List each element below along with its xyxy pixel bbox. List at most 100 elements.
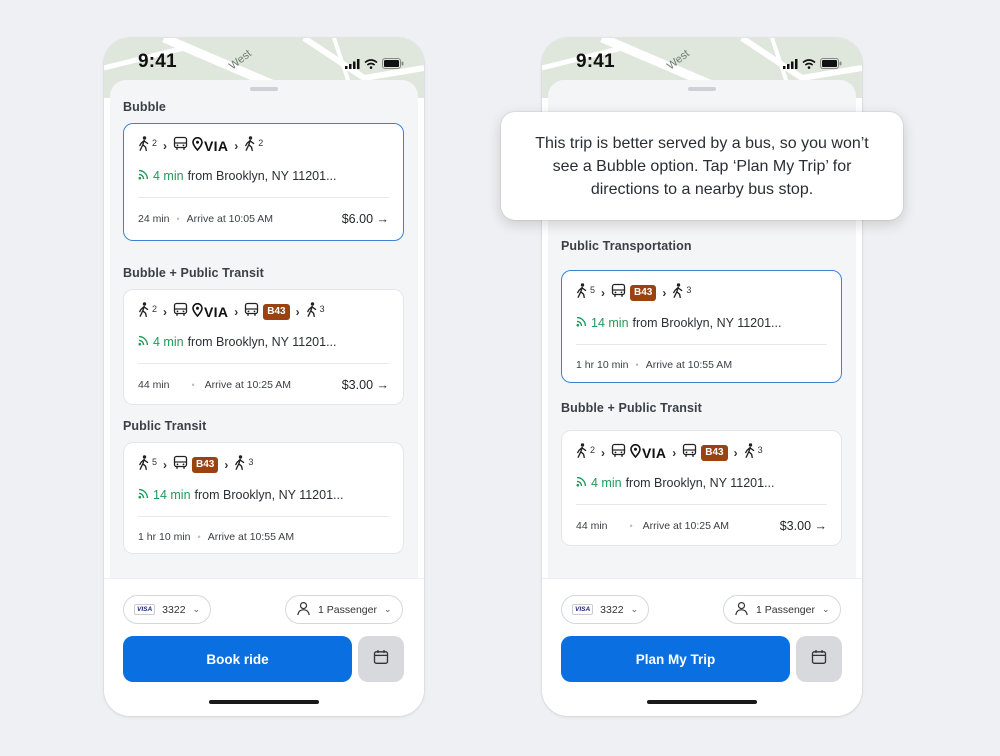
walk-minutes: 3 <box>248 457 254 467</box>
eta-minutes: 4 min <box>153 335 184 349</box>
trip-duration: 1 hr 10 min <box>138 531 191 543</box>
route-chevron: › <box>224 458 229 472</box>
arrival-time: Arrive at 10:55 AM <box>207 531 295 543</box>
via-label: VIA <box>642 445 667 461</box>
route-chevron: › <box>672 446 677 460</box>
booking-panel: VISA 3322 ⌄ 1 Passenger ⌄ Book ride <box>104 578 424 716</box>
card-footer: 24 min • Arrive at 10:05 AM $6.00 → <box>138 212 389 226</box>
route-chevron: › <box>733 446 738 460</box>
sheet-grabber[interactable] <box>688 87 716 91</box>
tooltip-message: This trip is better served by a bus, so … <box>535 134 869 198</box>
walk-minutes: 2 <box>152 304 158 314</box>
bus-icon <box>173 302 188 322</box>
trip-price: $3.00 → <box>341 378 389 392</box>
ride-option-card-public-transportation[interactable]: 5 › B43 › 3 14 min from Brooklyn, NY 112… <box>561 270 842 383</box>
section-title-bubble: Bubble <box>123 100 166 114</box>
schedule-button[interactable] <box>358 636 404 682</box>
bus-route-badge: B43 <box>630 285 657 301</box>
route-chevron: › <box>163 458 168 472</box>
section-title-public-transportation: Public Transportation <box>561 239 692 253</box>
booking-panel: VISA 3322 ⌄ 1 Passenger ⌄ Plan My Trip <box>542 578 862 716</box>
eta-minutes: 4 min <box>591 476 622 490</box>
plan-my-trip-button[interactable]: Plan My Trip <box>561 636 790 682</box>
walk-minutes: 5 <box>152 457 158 467</box>
walk-icon <box>744 443 756 463</box>
visa-card-icon: VISA <box>134 604 156 615</box>
trip-duration: 1 hr 10 min <box>576 359 629 371</box>
walk-icon <box>138 455 150 475</box>
walk-icon <box>234 455 246 475</box>
arrival-time: Arrive at 10:25 AM <box>642 520 730 532</box>
live-signal-icon <box>138 335 149 349</box>
phone-screen-left: West 9:41 Bubble 2 › VIA › 2 4 min from … <box>104 38 424 716</box>
walk-icon <box>306 302 318 322</box>
live-signal-icon <box>138 169 149 183</box>
walk-icon <box>576 283 588 303</box>
walk-minutes: 3 <box>757 445 763 455</box>
chevron-down-icon: ⌄ <box>821 604 830 614</box>
via-logo: VIA <box>192 302 229 322</box>
separator-dot: • <box>635 360 639 370</box>
arrival-time: Arrive at 10:25 AM <box>204 379 292 391</box>
payment-method-selector[interactable]: VISA 3322 ⌄ <box>123 595 212 624</box>
live-signal-icon <box>576 316 587 330</box>
eta-minutes: 14 min <box>591 316 629 330</box>
ride-option-card-public-transit[interactable]: 5 › B43 › 3 14 min from Brooklyn, NY 112… <box>123 442 404 554</box>
route-summary: 5 › B43 › 3 <box>138 455 254 475</box>
eta-minutes: 14 min <box>153 488 191 502</box>
card-last4: 3322 <box>162 603 186 616</box>
via-label: VIA <box>204 304 229 320</box>
live-signal-icon <box>576 476 587 490</box>
card-footer: 1 hr 10 min • Arrive at 10:55 AM <box>138 531 389 543</box>
passenger-count-selector[interactable]: 1 Passenger ⌄ <box>723 595 841 624</box>
ride-option-card-bubble[interactable]: 2 › VIA › 2 4 min from Brooklyn, NY 1120… <box>123 123 404 241</box>
chevron-down-icon: ⌄ <box>383 604 392 614</box>
sheet-grabber[interactable] <box>250 87 278 91</box>
pickup-location: from Brooklyn, NY 11201... <box>194 488 344 502</box>
home-indicator[interactable] <box>647 700 757 704</box>
chevron-down-icon: ⌄ <box>630 604 639 614</box>
trip-price: $3.00 → <box>779 519 827 533</box>
eta-minutes: 4 min <box>153 169 184 183</box>
route-summary: 2 › VIA › B43 › 3 <box>138 302 325 322</box>
ride-option-card-bubble-transit[interactable]: 2 › VIA › B43 › 3 4 min from Brooklyn, N… <box>123 289 404 405</box>
walk-minutes: 5 <box>590 285 596 295</box>
passenger-count: 1 Passenger <box>756 603 815 616</box>
bus-route-badge: B43 <box>263 304 290 320</box>
trip-duration: 44 min <box>138 379 170 391</box>
walk-icon <box>576 443 588 463</box>
book-ride-button[interactable]: Book ride <box>123 636 352 682</box>
separator-dot: • <box>176 214 180 224</box>
results-sheet[interactable]: Bubble 2 › VIA › 2 4 min from Brooklyn, … <box>110 80 418 578</box>
ride-option-card-bubble-transit[interactable]: 2 › VIA › B43 › 3 4 min from Brooklyn, N… <box>561 430 842 546</box>
walk-icon <box>244 136 256 156</box>
bus-icon <box>173 136 188 156</box>
walk-minutes: 3 <box>319 304 325 314</box>
pickup-location: from Brooklyn, NY 11201... <box>625 476 775 490</box>
passenger-count-selector[interactable]: 1 Passenger ⌄ <box>285 595 403 624</box>
schedule-button[interactable] <box>796 636 842 682</box>
route-chevron: › <box>234 139 239 153</box>
status-time: 9:41 <box>576 51 615 72</box>
route-chevron: › <box>601 446 606 460</box>
bus-icon <box>611 283 626 303</box>
signal-icon <box>783 56 798 74</box>
live-eta: 4 min from Brooklyn, NY 11201... <box>138 169 337 183</box>
status-bar: 9:41 <box>542 38 862 82</box>
bus-icon <box>244 302 259 322</box>
card-footer: 44 min • Arrive at 10:25 AM $3.00 → <box>138 378 389 392</box>
section-title-bubble-transit: Bubble + Public Transit <box>123 266 264 280</box>
walk-icon <box>138 302 150 322</box>
live-signal-icon <box>138 488 149 502</box>
payment-method-selector[interactable]: VISA 3322 ⌄ <box>561 595 650 624</box>
live-eta: 14 min from Brooklyn, NY 11201... <box>138 488 343 502</box>
route-chevron: › <box>601 286 606 300</box>
person-icon <box>734 601 749 619</box>
trip-price: $6.00 → <box>341 212 389 226</box>
walk-minutes: 2 <box>152 138 158 148</box>
home-indicator[interactable] <box>209 700 319 704</box>
calendar-icon <box>811 649 827 670</box>
section-title-public-transit: Public Transit <box>123 419 207 433</box>
route-summary: 2 › VIA › B43 › 3 <box>576 443 763 463</box>
battery-icon <box>382 56 404 74</box>
